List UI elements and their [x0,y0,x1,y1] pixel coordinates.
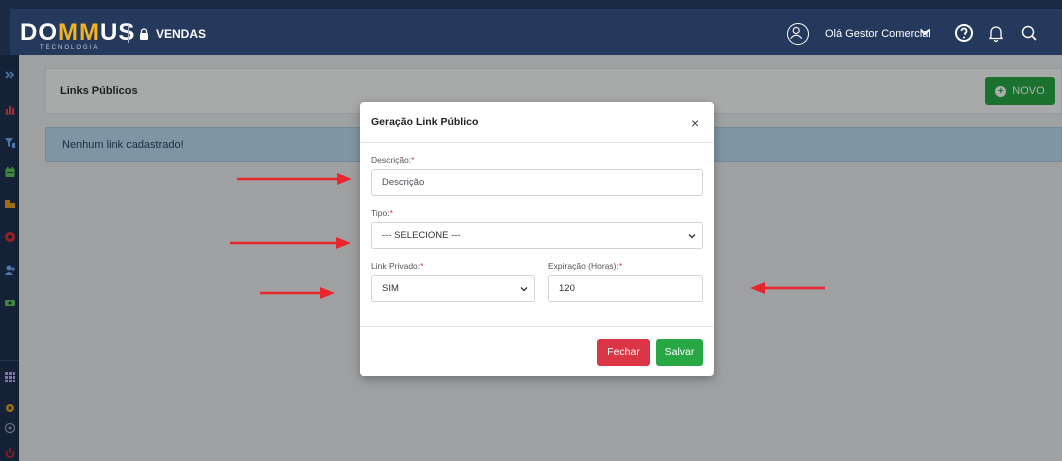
expiration-label: Expiração (Horas):* [548,261,623,271]
save-button[interactable]: Salvar [656,339,703,366]
private-link-select-value: SIM [382,283,399,294]
module-label: VENDAS [156,27,207,41]
description-placeholder: Descrição [382,177,425,188]
annotation-arrow-right-private-link [260,287,335,299]
modal-footer-divider [360,326,714,327]
bell-icon[interactable] [985,22,1007,44]
user-greeting[interactable]: Olá Gestor Comercial [825,28,931,40]
app-logo-subtitle: TECNOLOGIA [40,45,100,51]
expiration-hours-input[interactable]: 120 [548,275,703,302]
search-icon[interactable] [1018,22,1040,44]
close-icon[interactable]: × [691,116,699,130]
private-link-select[interactable]: SIM [371,275,535,302]
top-navbar: DOMMUS TECNOLOGIA VENDAS Olá Gestor Come… [0,0,1062,55]
type-select-value: --- SELECIONE --- [382,230,461,241]
chevron-down-icon[interactable] [918,25,932,39]
user-circle-icon[interactable] [787,23,809,45]
module-indicator[interactable]: VENDAS [138,27,206,41]
description-label: Descrição:* [371,155,415,165]
private-link-label: Link Privado:* [371,261,424,271]
description-field[interactable]: Descrição [371,169,703,196]
app-logo[interactable]: DOMMUS [20,21,135,45]
annotation-arrow-right-type [230,237,351,249]
annotation-arrow-left-expiration [750,282,825,294]
type-select[interactable]: --- SELECIONE --- [371,222,703,249]
lock-icon [140,28,148,40]
chevron-down-icon [688,234,696,239]
modal-title: Geração Link Público [371,116,479,128]
modal-header: Geração Link Público × [360,102,714,143]
expiration-hours-value: 120 [559,283,575,294]
close-button[interactable]: Fechar [597,339,650,366]
type-label: Tipo:* [371,208,393,218]
annotation-arrow-right-description [237,173,352,185]
chevron-down-icon [520,287,528,292]
logo-divider [128,25,129,43]
help-icon[interactable] [953,22,975,44]
generate-public-link-modal: Geração Link Público × Descrição:* Descr… [360,102,714,376]
top-navbar-inner: DOMMUS TECNOLOGIA VENDAS Olá Gestor Come… [10,9,1062,55]
